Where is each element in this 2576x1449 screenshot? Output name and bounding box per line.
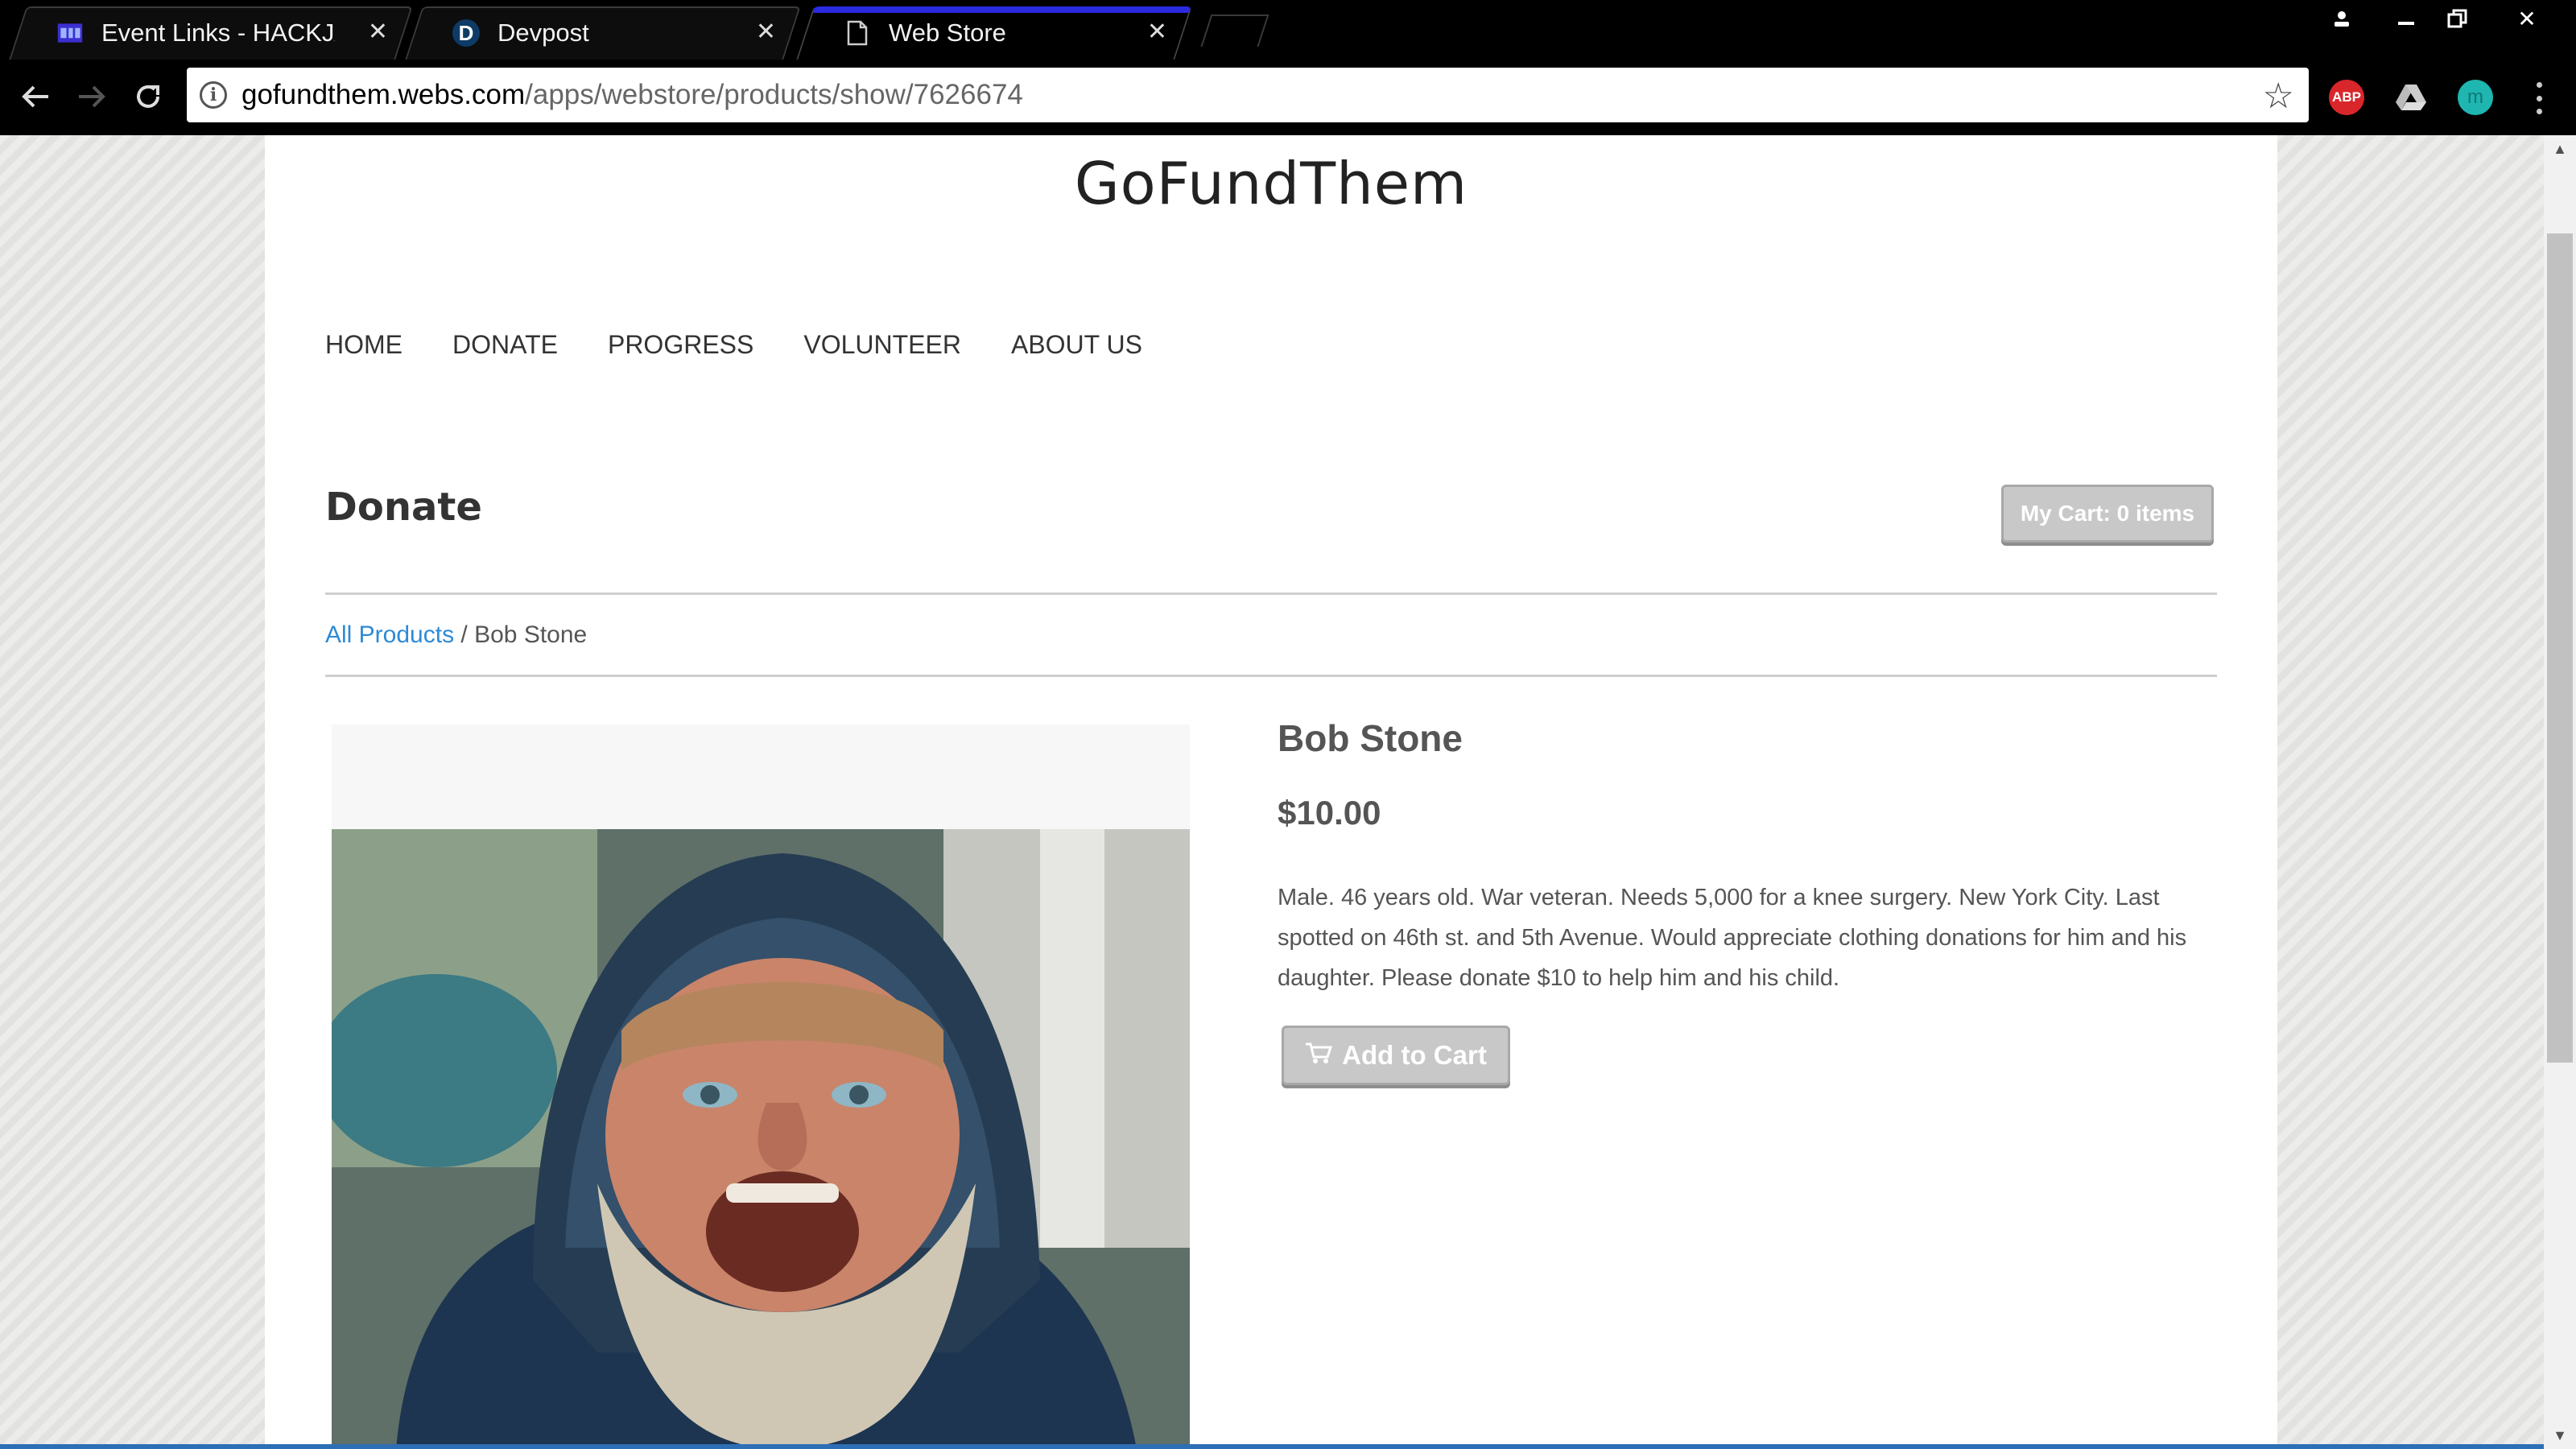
adblock-plus-icon[interactable]: ABP [2329, 80, 2364, 115]
add-to-cart-button[interactable]: Add to Cart [1282, 1026, 1510, 1085]
window-bottom-border [0, 1444, 2544, 1449]
page-title: Donate [325, 485, 482, 530]
my-cart-button[interactable]: My Cart: 0 items [2001, 485, 2214, 543]
product-name: Bob Stone [1278, 717, 1463, 759]
bookmark-star-icon[interactable]: ☆ [2263, 76, 2294, 117]
product-price: $10.00 [1278, 794, 1381, 832]
tab-strip: Event Links - HACKJA 20 ✕ D Devpost ✕ We… [0, 0, 2576, 60]
product-image-frame [332, 724, 1190, 1449]
breadcrumb-separator: / [460, 621, 468, 648]
tab-title: Web Store [889, 19, 1006, 47]
nav-home[interactable]: HOME [325, 330, 402, 360]
main-nav: HOME DONATE PROGRESS VOLUNTEER ABOUT US [325, 330, 1192, 360]
page-icon [844, 19, 871, 47]
forward-arrow-icon[interactable] [69, 74, 114, 119]
nav-volunteer[interactable]: VOLUNTEER [803, 330, 961, 360]
back-arrow-icon[interactable] [13, 74, 58, 119]
breadcrumb-all-products-link[interactable]: All Products [325, 621, 454, 648]
scroll-up-arrow-icon[interactable]: ▲ [2544, 137, 2576, 161]
site-title: GoFundThem [1074, 150, 1468, 217]
tab-event-links[interactable]: Event Links - HACKJA 20 ✕ [9, 6, 413, 60]
divider [325, 592, 2217, 595]
add-to-cart-label: Add to Cart [1342, 1040, 1487, 1070]
nav-donate[interactable]: DONATE [452, 330, 558, 360]
restore-icon[interactable] [2434, 0, 2481, 37]
browser-menu-icon[interactable] [2531, 79, 2547, 118]
google-drive-icon[interactable] [2393, 80, 2429, 115]
product-photo[interactable] [332, 829, 1190, 1449]
breadcrumb: All Products / Bob Stone [325, 621, 587, 649]
devpost-favicon-icon: D [452, 19, 480, 47]
profile-extension-icon[interactable]: m [2458, 80, 2493, 115]
tab-title: Event Links - HACKJA 20 [101, 19, 335, 47]
shopping-cart-icon [1305, 1040, 1333, 1071]
minimize-icon[interactable] [2383, 0, 2429, 37]
divider [325, 675, 2217, 677]
close-tab-icon[interactable]: ✕ [756, 20, 776, 44]
browser-toolbar: i gofundthem.webs.com/apps/webstore/prod… [0, 60, 2576, 135]
url-text: gofundthem.webs.com/apps/webstore/produc… [242, 79, 1023, 110]
tab-title: Devpost [497, 19, 589, 47]
product-description: Male. 46 years old. War veteran. Needs 5… [1278, 885, 2187, 991]
page-viewport: GoFundThem HOME DONATE PROGRESS VOLUNTEE… [0, 135, 2544, 1449]
profile-switcher-icon[interactable] [2320, 0, 2363, 37]
page-content: GoFundThem HOME DONATE PROGRESS VOLUNTEE… [265, 135, 2277, 1449]
nav-progress[interactable]: PROGRESS [608, 330, 753, 360]
scrollbar-thumb[interactable] [2547, 233, 2573, 1063]
new-tab-button[interactable] [1200, 14, 1269, 47]
breadcrumb-current: Bob Stone [474, 621, 588, 648]
reload-icon[interactable] [126, 74, 171, 119]
close-tab-icon[interactable]: ✕ [368, 20, 388, 44]
close-tab-icon[interactable]: ✕ [1147, 20, 1167, 44]
tab-web-store[interactable]: Web Store ✕ [796, 6, 1192, 60]
vertical-scrollbar[interactable]: ▲ ▼ [2544, 135, 2576, 1449]
address-bar[interactable]: i gofundthem.webs.com/apps/webstore/prod… [187, 68, 2309, 122]
scroll-down-arrow-icon[interactable]: ▼ [2544, 1423, 2576, 1447]
nav-about-us[interactable]: ABOUT US [1011, 330, 1142, 360]
tab-devpost[interactable]: D Devpost ✕ [405, 6, 801, 60]
site-info-icon[interactable]: i [200, 81, 227, 109]
close-window-icon[interactable]: ✕ [2504, 0, 2550, 37]
hackja-favicon-icon [56, 19, 84, 47]
